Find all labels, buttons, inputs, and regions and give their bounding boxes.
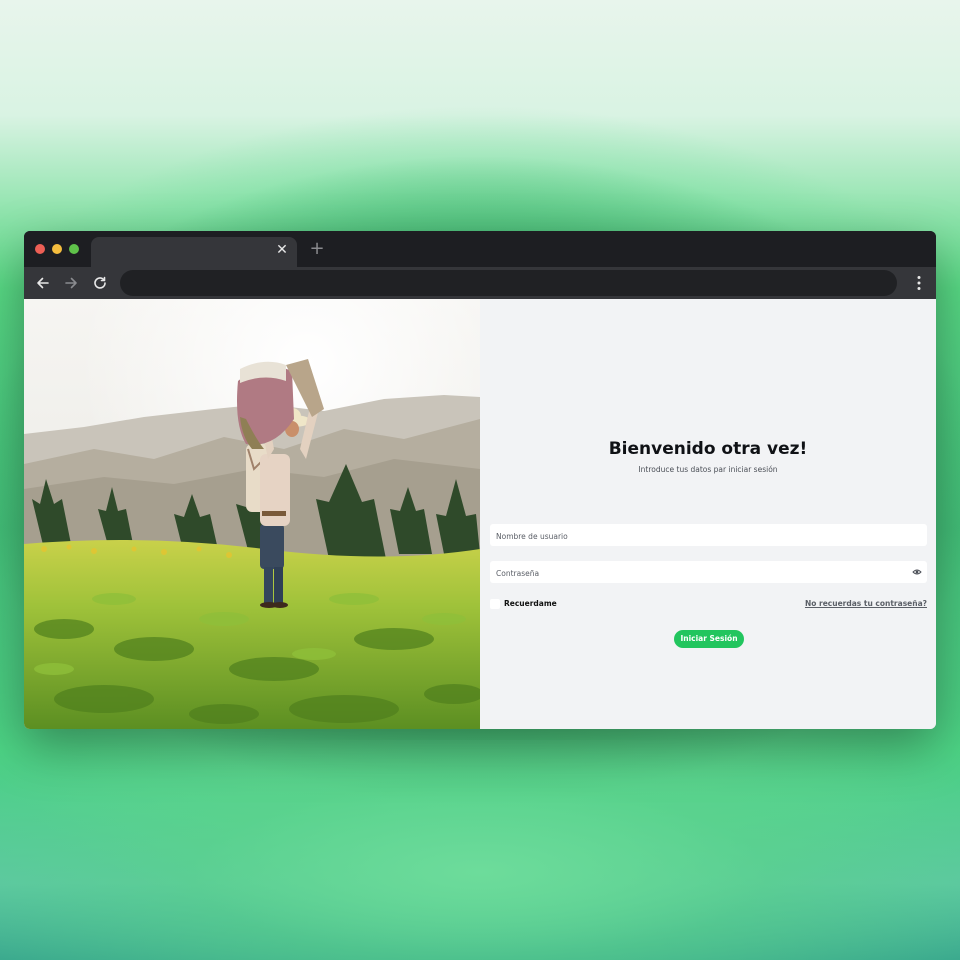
- back-arrow-icon[interactable]: [34, 274, 52, 292]
- close-window-button[interactable]: [35, 244, 45, 254]
- username-input[interactable]: [490, 525, 927, 548]
- minimize-window-button[interactable]: [52, 244, 62, 254]
- login-title: Bienvenido otra vez!: [608, 439, 808, 459]
- remember-label: Recuerdame: [504, 599, 557, 608]
- tab-bar: ✕ +: [24, 231, 936, 267]
- maximize-window-button[interactable]: [69, 244, 79, 254]
- browser-window: ✕ + Bienvenido otra vez! Introduce tus d…: [24, 231, 936, 729]
- forward-arrow-icon[interactable]: [62, 274, 80, 292]
- reload-icon[interactable]: [91, 274, 109, 292]
- login-button[interactable]: Iniciar Sesión: [674, 630, 744, 648]
- address-bar[interactable]: [120, 270, 897, 296]
- login-subtitle: Introduce tus datos par iniciar sesión: [638, 465, 778, 474]
- kebab-menu-icon[interactable]: [916, 275, 922, 291]
- page-content: Bienvenido otra vez! Introduce tus datos…: [24, 299, 936, 729]
- hero-image: [24, 299, 480, 729]
- eye-icon[interactable]: [912, 567, 922, 577]
- farmer-field-photo: [24, 299, 480, 729]
- background-glow: [0, 740, 960, 960]
- login-panel: Bienvenido otra vez! Introduce tus datos…: [480, 299, 936, 729]
- password-field-wrapper: [490, 561, 927, 585]
- remember-checkbox[interactable]: [490, 599, 500, 609]
- forgot-password-link[interactable]: No recuerdas tu contraseña?: [805, 599, 927, 609]
- browser-toolbar: [24, 267, 936, 299]
- close-icon[interactable]: ✕: [275, 243, 289, 257]
- username-field-wrapper: [490, 524, 927, 548]
- plus-icon[interactable]: +: [309, 240, 325, 258]
- password-input[interactable]: [490, 562, 927, 585]
- browser-tab[interactable]: ✕: [91, 237, 297, 267]
